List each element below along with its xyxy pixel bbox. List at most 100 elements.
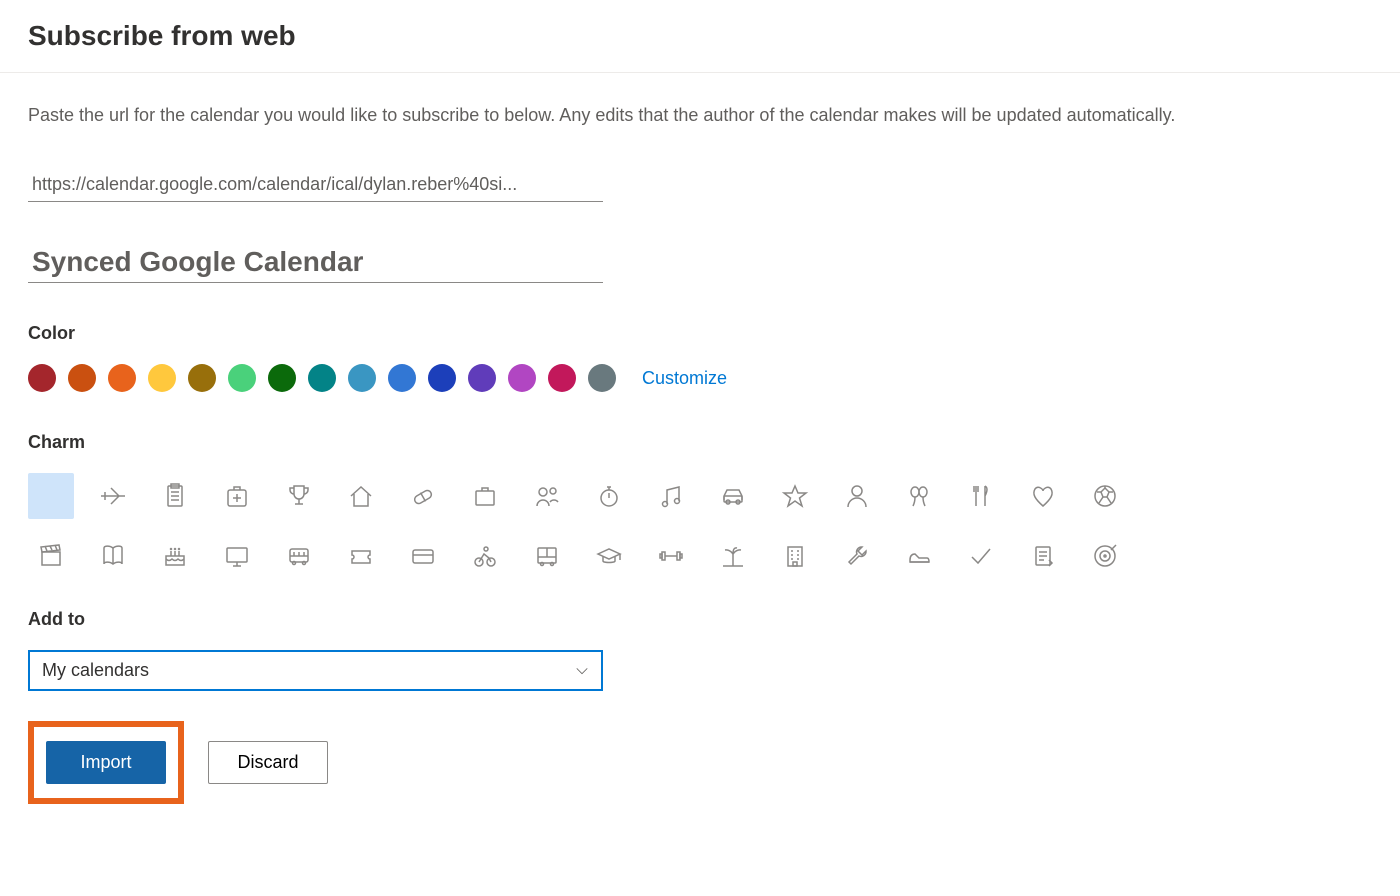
charm-clipboard[interactable]	[152, 473, 198, 519]
charm-creditcard[interactable]	[400, 533, 446, 579]
charm-gradcap[interactable]	[586, 533, 632, 579]
chevron-down-icon	[575, 664, 589, 678]
soccer-icon	[1091, 482, 1119, 510]
import-button[interactable]: Import	[46, 741, 166, 784]
charm-row-1	[28, 473, 1372, 519]
charm-clapperboard[interactable]	[28, 533, 74, 579]
briefcase-icon	[471, 482, 499, 510]
people-icon	[533, 482, 561, 510]
color-swatch-0[interactable]	[28, 364, 56, 392]
calendar-url-input[interactable]	[28, 168, 603, 202]
balloons-icon	[905, 482, 933, 510]
gradcap-icon	[595, 542, 623, 570]
page-title: Subscribe from web	[28, 20, 1372, 52]
building-icon	[781, 542, 809, 570]
add-to-selected-value: My calendars	[42, 660, 149, 681]
calendar-name-input[interactable]	[28, 242, 603, 283]
charm-bus2[interactable]	[524, 533, 570, 579]
shoe-icon	[905, 542, 933, 570]
import-highlight-annotation: Import	[28, 721, 184, 804]
color-swatch-13[interactable]	[548, 364, 576, 392]
charm-person[interactable]	[834, 473, 880, 519]
charm-label: Charm	[28, 432, 1372, 453]
charm-cake[interactable]	[152, 533, 198, 579]
description-text: Paste the url for the calendar you would…	[28, 103, 1372, 128]
music-icon	[657, 482, 685, 510]
charm-fork-knife[interactable]	[958, 473, 1004, 519]
target-icon	[1091, 542, 1119, 570]
color-swatch-14[interactable]	[588, 364, 616, 392]
charm-music[interactable]	[648, 473, 694, 519]
charm-shoe[interactable]	[896, 533, 942, 579]
color-swatch-12[interactable]	[508, 364, 536, 392]
notepad-icon	[1029, 542, 1057, 570]
monitor-icon	[223, 542, 251, 570]
home-icon	[347, 482, 375, 510]
airplane-icon	[99, 482, 127, 510]
charm-row-2	[28, 533, 1372, 579]
fork-knife-icon	[967, 482, 995, 510]
color-swatch-5[interactable]	[228, 364, 256, 392]
charm-none[interactable]	[28, 473, 74, 519]
charm-heart[interactable]	[1020, 473, 1066, 519]
color-swatch-7[interactable]	[308, 364, 336, 392]
charm-section: Charm	[28, 432, 1372, 579]
add-to-select[interactable]: My calendars	[28, 650, 603, 691]
trophy-icon	[285, 482, 313, 510]
color-label: Color	[28, 323, 1372, 344]
charm-car[interactable]	[710, 473, 756, 519]
add-to-label: Add to	[28, 609, 1372, 630]
color-swatch-4[interactable]	[188, 364, 216, 392]
charm-checkmark[interactable]	[958, 533, 1004, 579]
charm-stopwatch[interactable]	[586, 473, 632, 519]
cake-icon	[161, 542, 189, 570]
charm-building[interactable]	[772, 533, 818, 579]
book-icon	[99, 542, 127, 570]
content-area: Paste the url for the calendar you would…	[0, 73, 1400, 834]
firstaid-icon	[223, 482, 251, 510]
charm-target[interactable]	[1082, 533, 1128, 579]
color-swatch-9[interactable]	[388, 364, 416, 392]
car-icon	[719, 482, 747, 510]
bus2-icon	[533, 542, 561, 570]
charm-book[interactable]	[90, 533, 136, 579]
charm-dumbbell[interactable]	[648, 533, 694, 579]
charm-firstaid[interactable]	[214, 473, 260, 519]
charm-pill[interactable]	[400, 473, 446, 519]
charm-monitor[interactable]	[214, 533, 260, 579]
charm-cycling[interactable]	[462, 533, 508, 579]
color-swatch-11[interactable]	[468, 364, 496, 392]
charm-soccer[interactable]	[1082, 473, 1128, 519]
beach-icon	[719, 542, 747, 570]
charm-star[interactable]	[772, 473, 818, 519]
discard-button[interactable]: Discard	[208, 741, 328, 784]
color-swatch-8[interactable]	[348, 364, 376, 392]
heart-icon	[1029, 482, 1057, 510]
color-swatch-6[interactable]	[268, 364, 296, 392]
color-swatch-10[interactable]	[428, 364, 456, 392]
star-icon	[781, 482, 809, 510]
charm-people[interactable]	[524, 473, 570, 519]
color-swatch-2[interactable]	[108, 364, 136, 392]
color-swatch-row: Customize	[28, 364, 1372, 392]
stopwatch-icon	[595, 482, 623, 510]
checkmark-icon	[967, 542, 995, 570]
charm-balloons[interactable]	[896, 473, 942, 519]
charm-bus[interactable]	[276, 533, 322, 579]
charm-trophy[interactable]	[276, 473, 322, 519]
person-icon	[843, 482, 871, 510]
color-section: Color Customize	[28, 323, 1372, 392]
charm-briefcase[interactable]	[462, 473, 508, 519]
customize-color-link[interactable]: Customize	[642, 368, 727, 389]
charm-notepad[interactable]	[1020, 533, 1066, 579]
action-row: Import Discard	[28, 721, 1372, 804]
color-swatch-1[interactable]	[68, 364, 96, 392]
charm-home[interactable]	[338, 473, 384, 519]
color-swatch-3[interactable]	[148, 364, 176, 392]
charm-beach[interactable]	[710, 533, 756, 579]
charm-wrench[interactable]	[834, 533, 880, 579]
clapperboard-icon	[37, 542, 65, 570]
page-header: Subscribe from web	[0, 0, 1400, 73]
charm-airplane[interactable]	[90, 473, 136, 519]
charm-ticket[interactable]	[338, 533, 384, 579]
